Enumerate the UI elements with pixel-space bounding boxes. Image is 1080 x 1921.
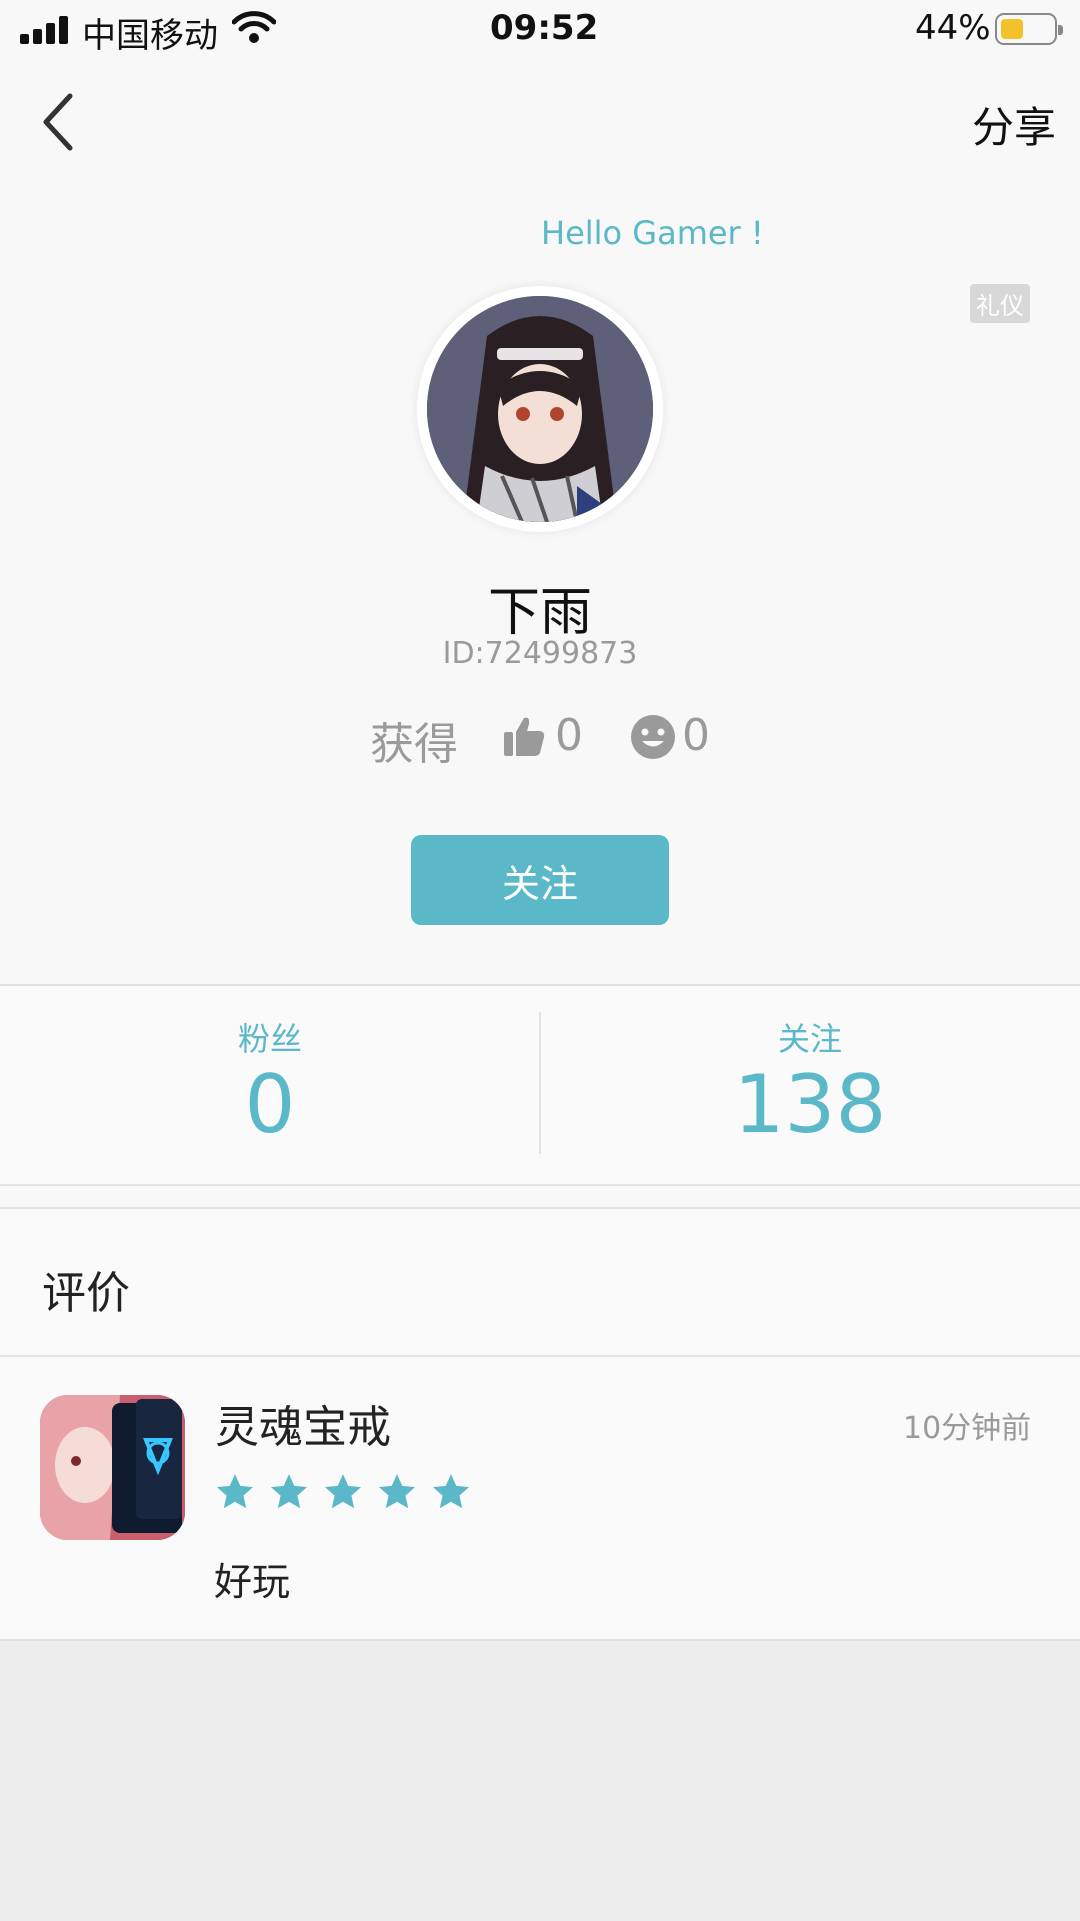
thumbs-up-icon (504, 717, 545, 756)
star-rating (214, 1471, 474, 1515)
smiley-icon (631, 715, 675, 759)
back-arrow-icon[interactable] (38, 92, 78, 152)
earned-label: 获得 (370, 719, 458, 770)
reviews-divider (0, 1355, 1080, 1357)
battery-icon (995, 13, 1063, 45)
avatar-image (427, 296, 653, 522)
fans-label[interactable]: 粉丝 (0, 1014, 540, 1060)
greeting-text: Hello Gamer ! (541, 214, 764, 252)
clock: 09:52 (490, 8, 599, 48)
follow-button[interactable]: 关注 (411, 835, 669, 925)
reviews-section: 评价 灵魂宝戒 10分钟前 好玩 (0, 1207, 1080, 1641)
battery-percent: 44% (915, 8, 991, 48)
fans-count[interactable]: 0 (0, 1058, 540, 1151)
game-icon[interactable] (40, 1395, 185, 1540)
wifi-icon (232, 11, 276, 43)
following-label[interactable]: 关注 (540, 1014, 1080, 1060)
empty-area (0, 1641, 1080, 1921)
game-title[interactable]: 灵魂宝戒 (215, 1391, 391, 1455)
smiles-count: 0 (682, 710, 710, 761)
username: 下雨 (487, 583, 592, 643)
avatar[interactable] (417, 286, 663, 532)
star-icon (216, 1474, 254, 1509)
review-comment: 好玩 (214, 1560, 291, 1604)
signal-icon (20, 16, 72, 44)
star-icon (324, 1474, 362, 1509)
review-time: 10分钟前 (903, 1411, 1032, 1446)
etiquette-badge[interactable]: 礼仪 (970, 284, 1030, 323)
star-icon (378, 1474, 416, 1509)
following-count[interactable]: 138 (540, 1058, 1080, 1151)
share-button[interactable]: 分享 (972, 94, 1056, 155)
user-id: ID:72499873 (442, 636, 638, 671)
likes-count: 0 (555, 710, 583, 761)
star-icon (432, 1474, 470, 1509)
stats-panel: 粉丝 0 关注 138 (0, 984, 1080, 1186)
star-icon (270, 1474, 308, 1509)
reviews-title: 评价 (42, 1268, 130, 1319)
carrier-name: 中国移动 (82, 16, 218, 56)
